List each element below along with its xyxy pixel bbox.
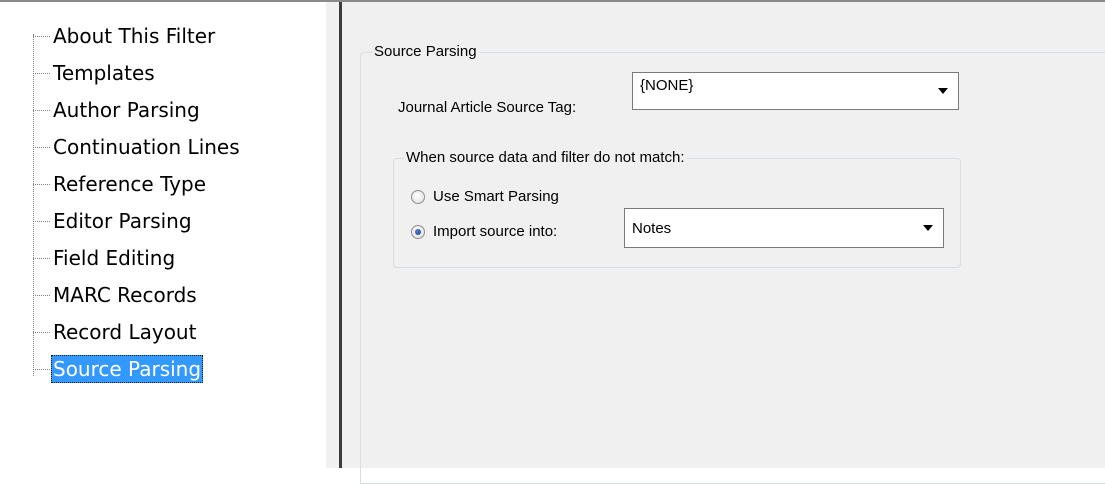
mismatch-group-title: When source data and filter do not match… [404, 149, 687, 167]
tree-item-label: MARC Records [53, 283, 197, 307]
tree-connector-line [33, 34, 34, 376]
tree-item-label: Templates [53, 61, 155, 85]
tree-item-label: Source Parsing [51, 355, 204, 383]
filter-options-tree[interactable]: About This Filter Templates Author Parsi… [0, 2, 326, 468]
source-tag-value: {NONE} [640, 77, 694, 94]
tree-item-label: Editor Parsing [53, 209, 192, 233]
chevron-down-icon[interactable] [923, 225, 933, 231]
tree-item-label: Reference Type [53, 172, 207, 196]
smart-parsing-radio[interactable] [411, 190, 425, 204]
tree-connector [33, 369, 50, 370]
import-source-label[interactable]: Import source into: [433, 223, 557, 241]
source-tag-label: Journal Article Source Tag: [398, 99, 577, 116]
import-into-value: Notes [632, 220, 672, 237]
group-title: Source Parsing [372, 43, 479, 61]
tree-connector [33, 147, 50, 148]
chevron-down-icon[interactable] [938, 88, 948, 94]
tree-item-label: Continuation Lines [53, 135, 240, 159]
import-source-radio[interactable] [411, 225, 425, 239]
tree-connector [33, 73, 50, 74]
smart-parsing-label[interactable]: Use Smart Parsing [433, 188, 559, 206]
tree-item-label: Record Layout [53, 320, 197, 344]
import-into-dropdown[interactable]: Notes [624, 208, 944, 248]
tree-item-label: Field Editing [53, 246, 176, 270]
tree-item-label: About This Filter [53, 24, 216, 48]
tree-connector [33, 295, 50, 296]
tree-item-label: Author Parsing [53, 98, 200, 122]
tree-connector [33, 110, 50, 111]
source-tag-dropdown[interactable]: {NONE} [632, 72, 959, 110]
tree-connector [33, 221, 50, 222]
tree-connector [33, 184, 50, 185]
tree-connector [33, 258, 50, 259]
tree-connector [33, 332, 50, 333]
tree-connector [33, 36, 50, 37]
splitter-divider [339, 2, 342, 468]
settings-panel: Source Parsing Journal Article Source Ta… [343, 2, 1105, 484]
